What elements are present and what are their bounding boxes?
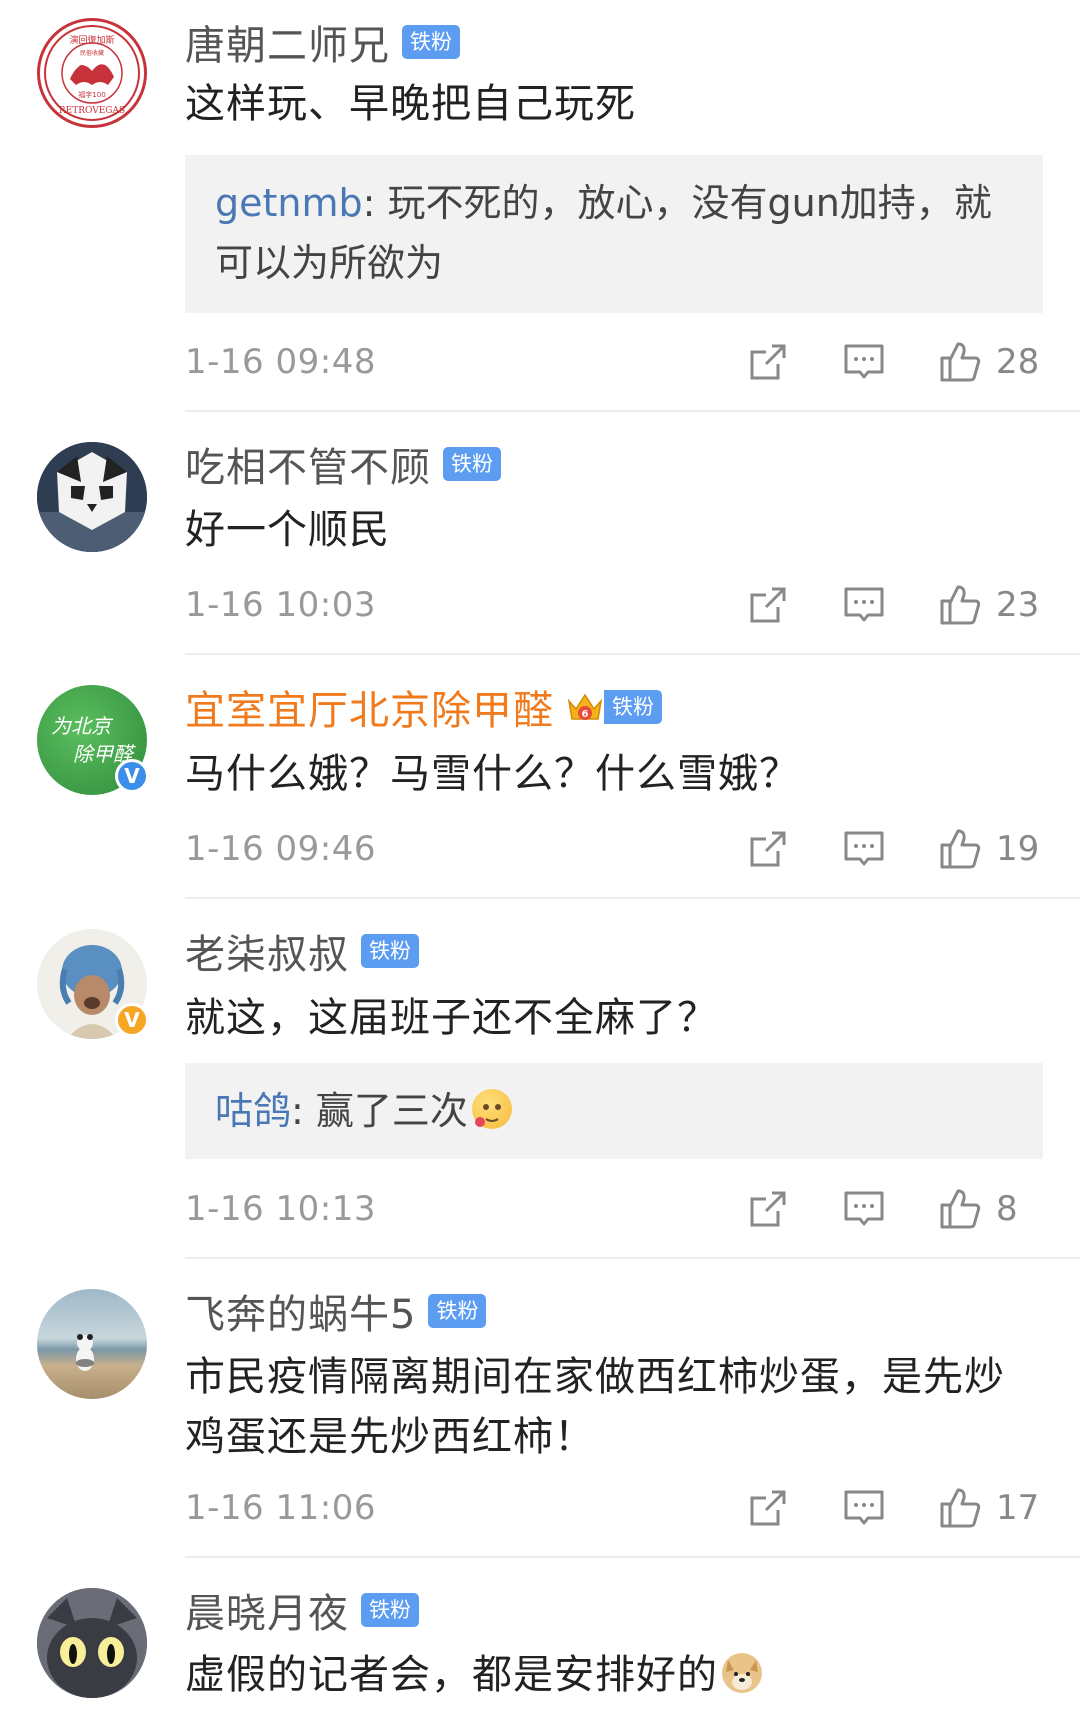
like-button[interactable]: 8 [938, 1187, 1040, 1231]
username[interactable]: 吃相不管不顾 [185, 435, 431, 493]
share-icon[interactable] [746, 583, 790, 627]
share-icon[interactable] [746, 1187, 790, 1231]
like-count: 17 [996, 1488, 1040, 1528]
avatar-seal-num: 福字100 [78, 90, 105, 99]
fan-badge[interactable]: 铁粉 [361, 1593, 419, 1627]
comment-text: 就这，这届班子还不全麻了？ [185, 995, 718, 1041]
fan-badge[interactable]: 铁粉 [428, 1294, 487, 1328]
share-icon[interactable] [746, 827, 790, 871]
comment-text: 这样玩、早晚把自己玩死 [185, 81, 636, 127]
comment-icon[interactable] [842, 583, 886, 627]
reply-separator: : [362, 181, 388, 225]
thumbs-up-icon[interactable] [938, 583, 982, 627]
avatar[interactable]: V [37, 929, 149, 1039]
divider [185, 1556, 1080, 1558]
verified-icon: V [115, 759, 149, 793]
reply-preview[interactable]: getnmb: 玩不死的，放心，没有gun加持，就可以为所欲为 [185, 155, 1043, 313]
reply-username[interactable]: getnmb [215, 181, 363, 225]
thumbs-up-icon[interactable] [938, 827, 982, 871]
avatar[interactable] [37, 1289, 147, 1399]
avatar[interactable] [37, 442, 147, 552]
comment-icon[interactable] [842, 827, 886, 871]
comment-time: 1-16 11:06 [185, 1488, 376, 1528]
comment-text: 好一个顺民 [185, 507, 390, 553]
like-count: 19 [996, 829, 1040, 869]
like-button[interactable]: 17 [938, 1486, 1040, 1530]
comment-icon[interactable] [842, 340, 886, 384]
comment-text: 虚假的记者会，都是安排好的 [185, 1645, 1035, 1705]
divider [185, 653, 1080, 655]
reply-text: 赢了三次 [315, 1089, 468, 1133]
doge-emoji-icon [722, 1653, 762, 1693]
like-count: 23 [996, 585, 1040, 625]
comment-text: 马什么娥？马雪什么？什么雪娥？ [185, 751, 800, 797]
like-button[interactable]: 19 [938, 827, 1040, 871]
avatar-seal-mid: 民俗收藏 [80, 49, 104, 57]
username[interactable]: 晨晓月夜 [185, 1581, 349, 1639]
vip-level: 6 [582, 709, 589, 720]
thumbs-up-icon[interactable] [938, 340, 982, 384]
fan-badge[interactable]: 铁粉 [402, 25, 460, 59]
divider [185, 1257, 1080, 1259]
like-count: 28 [996, 342, 1040, 382]
thumbs-up-icon[interactable] [938, 1187, 982, 1231]
fan-badge[interactable]: 铁粉 [361, 934, 419, 968]
divider [185, 410, 1080, 412]
comment-icon[interactable] [842, 1486, 886, 1530]
username[interactable]: 宜室宜厅北京除甲醛 [185, 678, 554, 736]
avatar[interactable] [37, 1588, 147, 1698]
avatar[interactable]: 演回復加斯 民俗收藏 福字100 RETROVEGAS [37, 18, 147, 128]
like-button[interactable]: 23 [938, 583, 1040, 627]
avatar[interactable]: 为北京 除甲醛 V [37, 685, 149, 795]
avatar-seal-top: 演回復加斯 [69, 34, 114, 46]
comment-icon[interactable] [842, 1187, 886, 1231]
reply-username[interactable]: 咕鸽 [215, 1089, 291, 1133]
thinking-emoji-icon [471, 1089, 512, 1129]
share-icon[interactable] [746, 340, 790, 384]
verified-icon: V [115, 1003, 149, 1037]
share-icon[interactable] [746, 1486, 790, 1530]
vip-badge[interactable]: 6 铁粉 [566, 689, 662, 725]
fan-badge[interactable]: 铁粉 [443, 447, 501, 481]
reply-separator: : [291, 1089, 316, 1133]
like-button[interactable]: 28 [938, 340, 1040, 384]
like-count: 8 [996, 1189, 1018, 1229]
avatar-seal-bottom: RETROVEGAS [59, 106, 125, 116]
divider [185, 897, 1080, 899]
comment-text: 市民疫情隔离期间在家做西红柿炒蛋，是先炒鸡蛋还是先炒西红柿！ [185, 1354, 1005, 1460]
comment-time: 1-16 10:03 [185, 585, 376, 625]
username[interactable]: 飞奔的蜗牛5 [185, 1282, 416, 1340]
reply-preview[interactable]: 咕鸽: 赢了三次 [185, 1063, 1043, 1159]
comment-time: 1-16 09:48 [185, 342, 376, 382]
comment-time: 1-16 09:46 [185, 829, 376, 869]
username[interactable]: 老柒叔叔 [185, 922, 349, 980]
thumbs-up-icon[interactable] [938, 1486, 982, 1530]
crown-icon: 6 [566, 689, 604, 725]
comment-time: 1-16 10:13 [185, 1189, 376, 1229]
fan-badge[interactable]: 铁粉 [604, 690, 662, 724]
username[interactable]: 唐朝二师兄 [185, 13, 390, 71]
comment-text-content: 虚假的记者会，都是安排好的 [185, 1652, 718, 1698]
avatar-calligraphy-1: 为北京 [51, 714, 114, 738]
